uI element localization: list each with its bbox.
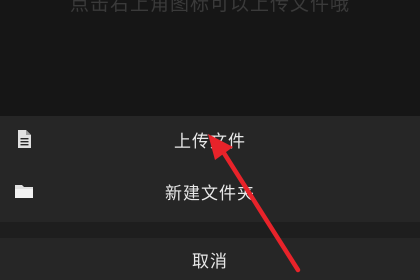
new-folder-item[interactable]: 新建文件夹 [0,168,420,214]
screen: 点击右上角图标可以上传文件哦 上传文件 新建文件夹 取消 [0,0,420,280]
new-folder-label: 新建文件夹 [165,183,255,204]
empty-state-hint: 点击右上角图标可以上传文件哦 [69,0,350,15]
cancel-button[interactable]: 取消 [0,238,420,280]
upload-file-label: 上传文件 [174,131,246,152]
cancel-label: 取消 [192,251,228,272]
document-icon [18,130,31,148]
folder-icon [15,185,33,198]
dimmed-background[interactable]: 点击右上角图标可以上传文件哦 [0,0,420,116]
upload-file-item[interactable]: 上传文件 [0,116,420,162]
sheet-divider [0,222,420,238]
action-sheet: 上传文件 新建文件夹 取消 [0,116,420,280]
